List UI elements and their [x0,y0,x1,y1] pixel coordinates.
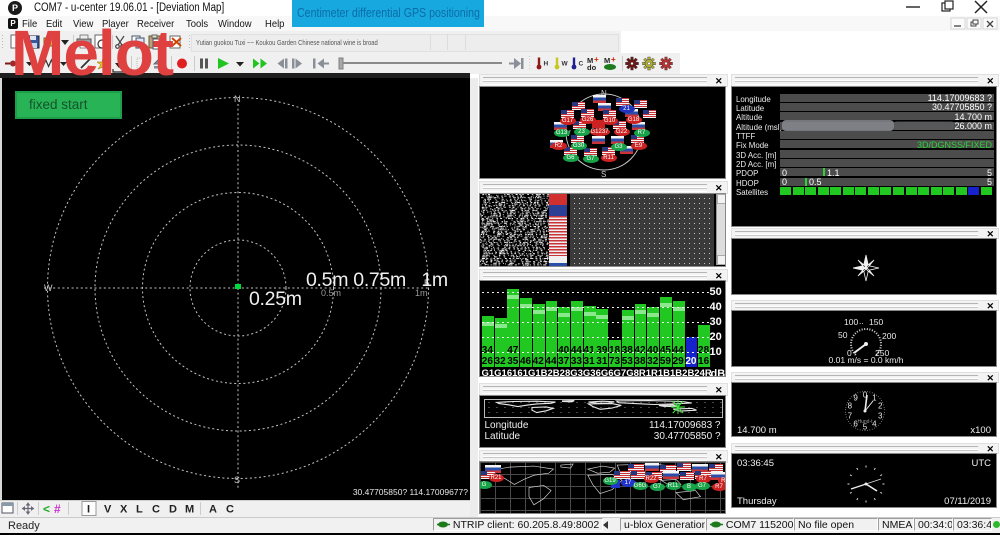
svg-text:<: < [43,502,50,516]
svg-text:9: 9 [853,394,858,403]
svg-text:..: .. [859,316,864,326]
svg-text:V: V [104,504,112,516]
svg-text:+: + [611,55,616,64]
svg-text:C: C [579,61,584,68]
svg-text:8: 8 [848,402,853,411]
svg-text:150: 150 [869,317,883,327]
svg-text:50: 50 [838,330,848,340]
svg-text:A: A [209,504,217,516]
svg-text:D: D [169,504,177,516]
svg-text:#: # [54,502,61,516]
svg-text:I: I [87,504,90,516]
svg-text:7: 7 [848,411,853,420]
svg-text:W: W [44,283,53,293]
svg-text:W: W [562,61,569,68]
svg-text:0.5m: 0.5m [321,288,341,298]
svg-text:M: M [185,504,194,516]
svg-text:C: C [152,504,160,516]
svg-text:S: S [601,170,606,178]
svg-text:C: C [226,504,234,516]
svg-text:1m: 1m [415,288,428,298]
svg-text:S: S [234,475,240,485]
svg-text:Hund-t: Hund-t [857,419,873,425]
svg-text:L: L [136,504,143,516]
svg-text:H: H [544,61,549,68]
svg-text:30.47705850? 114.17009677?: 30.47705850? 114.17009677? [353,487,468,497]
svg-text:100: 100 [844,317,858,327]
svg-text:do: do [587,63,597,72]
svg-text:M: M [604,56,610,65]
svg-text:0.25m: 0.25m [249,288,302,310]
svg-text:X: X [120,504,128,516]
svg-text:N: N [234,94,241,104]
svg-text:0.01 m/s = 0.0 km/h: 0.01 m/s = 0.0 km/h [829,355,904,365]
svg-text:200: 200 [882,331,896,341]
